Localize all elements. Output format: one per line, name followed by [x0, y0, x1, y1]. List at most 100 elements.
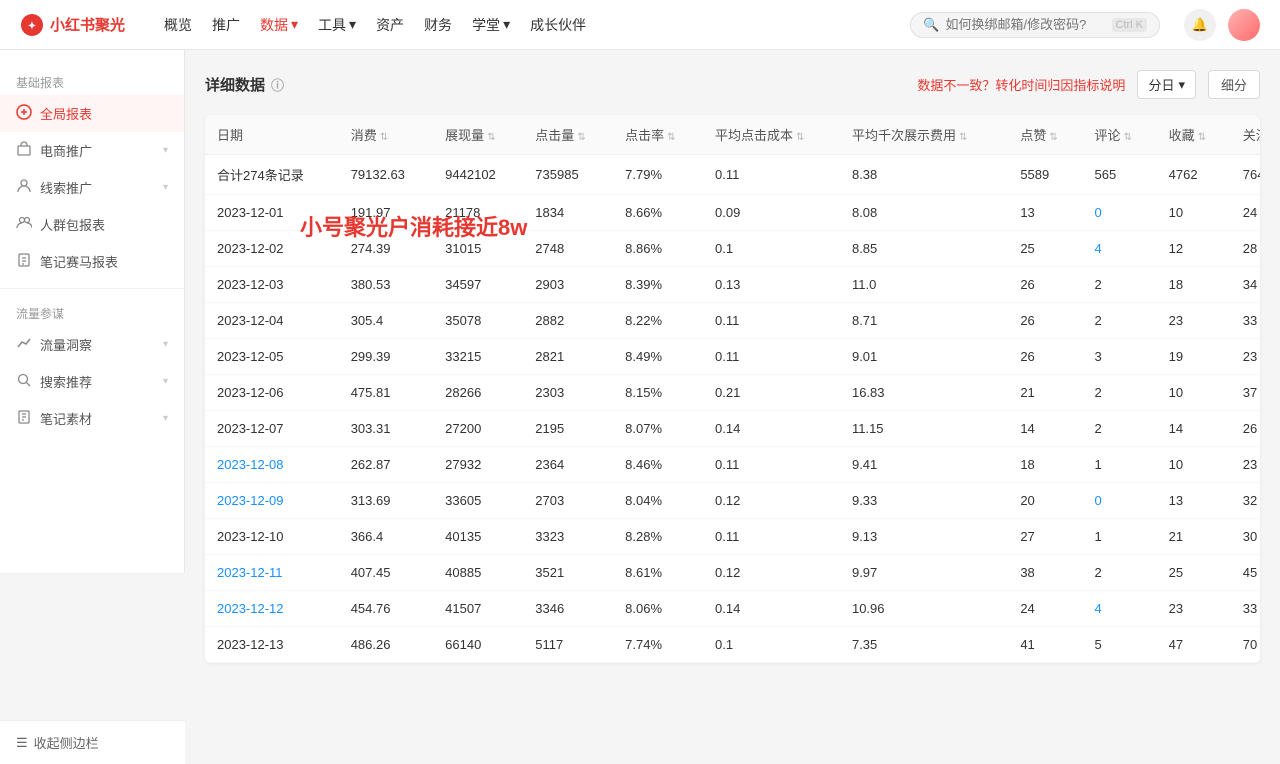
sidebar-item-search-recommend[interactable]: 搜索推荐 ▾ [0, 363, 184, 400]
nav-icons: 🔔 [1184, 9, 1260, 41]
row-date: 2023-12-02 [205, 231, 339, 267]
col-follows[interactable]: 关注⇅ [1231, 115, 1260, 155]
row-likes: 21 [1008, 375, 1082, 411]
nav-promote[interactable]: 推广 [212, 11, 240, 39]
row-ctr: 8.28% [613, 519, 703, 555]
total-saves: 4762 [1157, 155, 1231, 195]
row-clicks: 2195 [523, 411, 613, 447]
row-comments: 0 [1082, 483, 1156, 519]
row-spend: 407.45 [339, 555, 433, 591]
table-row: 2023-12-02 274.39 31015 2748 8.86% 0.1 8… [205, 231, 1260, 267]
row-date: 2023-12-05 [205, 339, 339, 375]
nav-partner[interactable]: 成长伙伴 [530, 11, 586, 39]
col-comments[interactable]: 评论⇅ [1082, 115, 1156, 155]
row-ctr: 8.22% [613, 303, 703, 339]
info-icon[interactable]: ⓘ [271, 75, 284, 94]
col-likes[interactable]: 点赞⇅ [1008, 115, 1082, 155]
sidebar-item-label-all-reports: 全局报表 [40, 104, 168, 123]
row-avg-cpc: 0.12 [703, 555, 840, 591]
row-avg-cpc: 0.11 [703, 339, 840, 375]
period-select[interactable]: 分日 ▾ [1137, 70, 1196, 99]
nav-tools[interactable]: 工具 ▾ [318, 11, 356, 39]
row-date: 2023-12-06 [205, 375, 339, 411]
detail-button[interactable]: 细分 [1208, 70, 1260, 99]
sidebar-item-label-notes-material: 笔记素材 [40, 409, 155, 428]
row-follows: 33 [1231, 591, 1260, 627]
row-spend: 475.81 [339, 375, 433, 411]
sort-icon: ⇅ [487, 132, 495, 143]
row-avg-cpm: 9.33 [840, 483, 1008, 519]
nav-assets[interactable]: 资产 [376, 11, 404, 39]
app-logo: ✦ 小红书聚光 [20, 13, 140, 37]
nav-data[interactable]: 数据 ▾ [260, 11, 298, 39]
row-avg-cpc: 0.11 [703, 447, 840, 483]
row-likes: 38 [1008, 555, 1082, 591]
nav-finance[interactable]: 财务 [424, 11, 452, 39]
row-date[interactable]: 2023-12-09 [205, 483, 339, 519]
sidebar-item-notes-material[interactable]: 笔记素材 ▾ [0, 400, 184, 437]
sidebar-item-ecom-promo[interactable]: 电商推广 ▾ [0, 132, 184, 169]
sidebar-item-audience-report[interactable]: 人群包报表 [0, 206, 184, 243]
row-saves: 23 [1157, 591, 1231, 627]
search-input[interactable] [946, 17, 1106, 32]
sidebar-item-notes-report[interactable]: 笔记赛马报表 [0, 243, 184, 280]
row-impressions: 28266 [433, 375, 523, 411]
nav-overview[interactable]: 概览 [164, 11, 192, 39]
row-avg-cpm: 9.41 [840, 447, 1008, 483]
col-spend[interactable]: 消费⇅ [339, 115, 433, 155]
report-icon [16, 104, 32, 123]
row-saves: 13 [1157, 483, 1231, 519]
row-comments: 2 [1082, 303, 1156, 339]
col-avg-cpc[interactable]: 平均点击成本⇅ [703, 115, 840, 155]
col-avg-cpm[interactable]: 平均千次展示费用⇅ [840, 115, 1008, 155]
col-impressions[interactable]: 展现量⇅ [433, 115, 523, 155]
total-follows: 7643 [1231, 155, 1260, 195]
row-impressions: 40885 [433, 555, 523, 591]
table-row: 2023-12-03 380.53 34597 2903 8.39% 0.13 … [205, 267, 1260, 303]
sidebar-item-all-reports[interactable]: 全局报表 [0, 95, 184, 132]
main-content: 详细数据 ⓘ 数据不一致？转化时间归因指标说明 分日 ▾ 细分 日期 消费⇅ 展… [185, 50, 1280, 764]
row-comments: 1 [1082, 447, 1156, 483]
notifications-button[interactable]: 🔔 [1184, 9, 1216, 41]
row-saves: 10 [1157, 375, 1231, 411]
row-spend: 486.26 [339, 627, 433, 663]
col-ctr[interactable]: 点击率⇅ [613, 115, 703, 155]
sort-icon: ⇅ [667, 132, 675, 143]
row-clicks: 2364 [523, 447, 613, 483]
row-spend: 454.76 [339, 591, 433, 627]
row-avg-cpc: 0.14 [703, 591, 840, 627]
row-date[interactable]: 2023-12-11 [205, 555, 339, 591]
nav-academy[interactable]: 学堂 ▾ [472, 11, 510, 39]
row-ctr: 8.49% [613, 339, 703, 375]
row-avg-cpc: 0.09 [703, 195, 840, 231]
row-date: 2023-12-13 [205, 627, 339, 663]
section-title: 详细数据 ⓘ [205, 74, 284, 95]
row-avg-cpm: 9.97 [840, 555, 1008, 591]
row-clicks: 2821 [523, 339, 613, 375]
col-saves[interactable]: 收藏⇅ [1157, 115, 1231, 155]
row-follows: 28 [1231, 231, 1260, 267]
sidebar-item-leads-promo[interactable]: 线索推广 ▾ [0, 169, 184, 206]
avatar[interactable] [1228, 9, 1260, 41]
row-comments: 2 [1082, 411, 1156, 447]
search-bar[interactable]: 🔍 Ctrl K [910, 12, 1160, 38]
shop-icon [16, 141, 32, 160]
row-comments: 3 [1082, 339, 1156, 375]
row-date: 2023-12-04 [205, 303, 339, 339]
row-avg-cpc: 0.1 [703, 627, 840, 663]
col-date: 日期 [205, 115, 339, 155]
nav-items: 概览 推广 数据 ▾ 工具 ▾ 资产 财务 学堂 ▾ 成长伙伴 [164, 11, 886, 39]
total-likes: 5589 [1008, 155, 1082, 195]
row-date: 2023-12-03 [205, 267, 339, 303]
chevron-right-icon: ▾ [163, 413, 168, 424]
sort-icon: ⇅ [380, 132, 388, 143]
sidebar-item-traffic-insights[interactable]: 流量洞察 ▾ [0, 326, 184, 363]
data-inconsistent-link[interactable]: 数据不一致？转化时间归因指标说明 [917, 75, 1125, 94]
row-comments: 2 [1082, 555, 1156, 591]
col-clicks[interactable]: 点击量⇅ [523, 115, 613, 155]
chevron-down-icon: ▾ [291, 16, 298, 33]
row-clicks: 2303 [523, 375, 613, 411]
row-likes: 41 [1008, 627, 1082, 663]
row-saves: 12 [1157, 231, 1231, 267]
chevron-right-icon: ▾ [163, 182, 168, 193]
